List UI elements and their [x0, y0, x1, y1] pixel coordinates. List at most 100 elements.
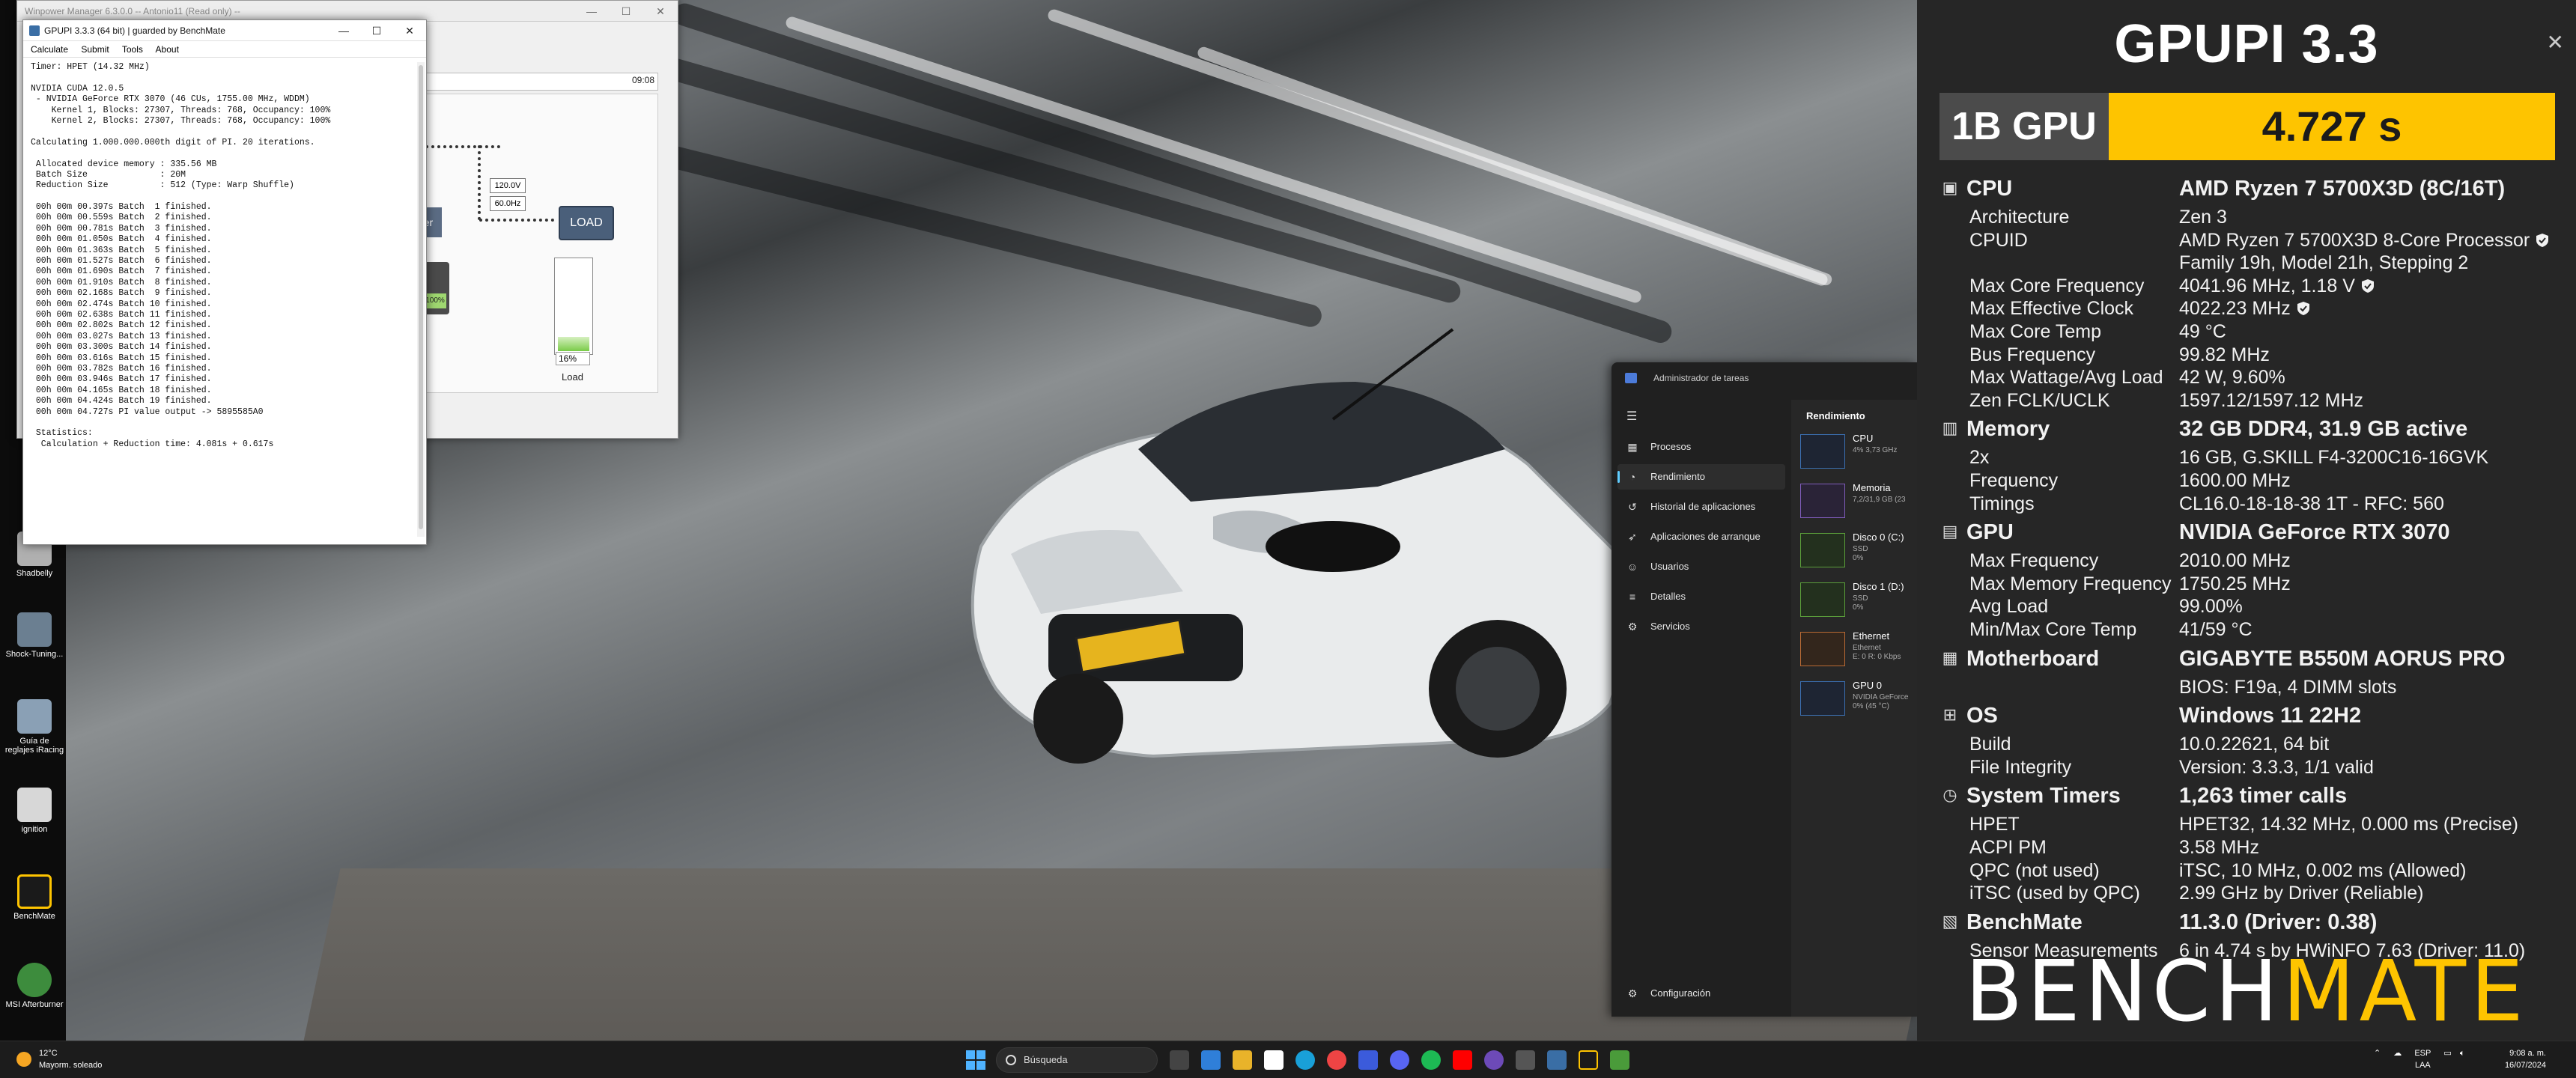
- calendar-app-icon[interactable]: [1264, 1050, 1284, 1070]
- nav-usuarios[interactable]: ☺ Usuarios: [1617, 554, 1785, 579]
- info-section-header: ◷ System Timers 1,263 timer calls: [1917, 784, 2576, 808]
- perf-item-gpu[interactable]: GPU 0 NVIDIA GeForce 0% (45 °C): [1800, 677, 1917, 722]
- car-image: [970, 328, 1638, 764]
- load-button[interactable]: LOAD: [559, 206, 614, 240]
- perf-item-cpu[interactable]: CPU 4% 3,73 GHz: [1800, 430, 1917, 475]
- task-manager-window[interactable]: Administrador de tareas ☰ ▦ Procesos ◔ Ren…: [1611, 362, 1917, 1017]
- scrollbar-thumb[interactable]: [419, 65, 423, 529]
- file-explorer-icon[interactable]: [1233, 1050, 1252, 1070]
- nav-detalles[interactable]: ≡ Detalles: [1617, 584, 1785, 609]
- info-value: 16 GB, G.SKILL F4-3200C16-16GVK: [2179, 447, 2488, 469]
- perf-item-memory[interactable]: Memoria 7,2/31,9 GB (23: [1800, 479, 1917, 524]
- info-key: Bus Frequency: [1969, 344, 2096, 365]
- menu-calculate[interactable]: Calculate: [31, 44, 68, 55]
- app-icon[interactable]: [1358, 1050, 1378, 1070]
- console-line: 00h 00m 01.050s Batch 4 finished.: [31, 234, 212, 245]
- chrome-icon[interactable]: [1327, 1050, 1346, 1070]
- info-key: Motherboard: [1966, 646, 2100, 671]
- system-tray[interactable]: ⌃ ☁ ESP LAA ▭ 🔈︎: [2374, 1047, 2465, 1071]
- taskbar-clock[interactable]: 9:08 a. m. 16/07/2024: [2505, 1047, 2546, 1071]
- volume-icon[interactable]: 🔈︎: [2460, 1049, 2465, 1058]
- menu-about[interactable]: About: [156, 44, 179, 55]
- desktop-icon-benchmate[interactable]: BenchMate: [4, 874, 64, 921]
- info-value-text: BIOS: F19a, 4 DIMM slots: [2179, 676, 2397, 698]
- gpupi-taskbar-icon[interactable]: [1547, 1050, 1567, 1070]
- sparkline: [1800, 632, 1845, 666]
- desktop-icon-label: Shock-Tuning...: [5, 650, 64, 659]
- history-icon: ↺: [1628, 501, 1637, 513]
- nav-historial[interactable]: ↺ Historial de aplicaciones: [1617, 494, 1785, 520]
- perf-item-ethernet[interactable]: Ethernet Ethernet E: 0 R: 0 Kbps: [1800, 627, 1917, 672]
- minimize-button[interactable]: —: [327, 20, 360, 41]
- desktop-icon-label: Guía de reglajes iRacing: [4, 737, 64, 755]
- perf-item-disk1[interactable]: Disco 1 (D:) SSD 0%: [1800, 578, 1917, 623]
- msi-afterburner-icon: [17, 963, 52, 997]
- nav-rendimiento[interactable]: ◔ Rendimiento: [1617, 464, 1785, 490]
- info-value-text: 41/59 °C: [2179, 619, 2253, 640]
- cloud-icon[interactable]: ☁: [2393, 1049, 2402, 1058]
- connection-line: [479, 219, 554, 222]
- close-button[interactable]: ✕: [643, 1, 678, 22]
- desktop-icon-guia-reglajes[interactable]: Guía de reglajes iRacing: [4, 699, 64, 755]
- maximize-button[interactable]: ☐: [360, 20, 393, 41]
- close-icon[interactable]: ✕: [2547, 30, 2564, 55]
- info-value-text: 1597.12/1597.12 MHz: [2179, 389, 2364, 411]
- youtube-icon[interactable]: [1453, 1050, 1472, 1070]
- info-value-text: AMD Ryzen 7 5700X3D 8-Core Processor: [2179, 229, 2530, 251]
- console-line: 00h 00m 04.424s Batch 19 finished.: [31, 396, 212, 406]
- winpower-taskbar-icon[interactable]: [1610, 1050, 1629, 1070]
- perf-sub: Ethernet E: 0 R: 0 Kbps: [1853, 644, 1901, 661]
- discord-icon[interactable]: [1390, 1050, 1409, 1070]
- app-icon[interactable]: [1484, 1050, 1504, 1070]
- taskbar-search[interactable]: Búsqueda: [996, 1047, 1158, 1073]
- console-scrollbar[interactable]: [417, 62, 425, 537]
- info-row: HPET HPET32, 14.32 MHz, 0.000 ms (Precise…: [1917, 814, 2576, 836]
- desktop-icon-shock-tuning[interactable]: Shock-Tuning...: [4, 612, 64, 659]
- console-line: Allocated device memory : 335.56 MB: [31, 159, 217, 169]
- info-row: iTSC (used by QPC) 2.99 GHz by Driver (Re…: [1917, 883, 2576, 905]
- copilot-icon[interactable]: [1201, 1050, 1221, 1070]
- spotify-icon[interactable]: [1421, 1050, 1441, 1070]
- perf-item-disk0[interactable]: Disco 0 (C:) SSD 0%: [1800, 529, 1917, 573]
- nav-servicios[interactable]: ⚙ Servicios: [1617, 614, 1785, 639]
- console-line: - NVIDIA GeForce RTX 3070 (46 CUs, 1755.…: [31, 94, 310, 105]
- maximize-button[interactable]: ☐: [609, 1, 643, 22]
- benchmate-logo: BENCHMATE: [1917, 943, 2576, 1041]
- info-value-text: Zen 3: [2179, 207, 2227, 228]
- minimize-button[interactable]: —: [574, 1, 609, 22]
- benchmate-taskbar-icon[interactable]: [1579, 1050, 1598, 1070]
- network-icon[interactable]: ▭: [2443, 1049, 2451, 1058]
- console-line: Statistics:: [31, 428, 93, 439]
- info-key: BenchMate: [1966, 910, 2083, 934]
- nav-configuracion[interactable]: ⚙ Configuración: [1617, 981, 1785, 1006]
- app-icon[interactable]: [1516, 1050, 1535, 1070]
- chart-icon: ◔: [1629, 471, 1636, 483]
- nav-arranque[interactable]: ➶ Aplicaciones de arranque: [1617, 524, 1785, 549]
- desktop-icon-ignition[interactable]: ignition: [4, 788, 64, 834]
- menu-tools[interactable]: Tools: [122, 44, 143, 55]
- chevron-up-icon[interactable]: ⌃: [2374, 1049, 2381, 1058]
- start-button[interactable]: [966, 1050, 985, 1070]
- close-button[interactable]: ✕: [393, 20, 426, 41]
- info-value: AMD Ryzen 7 5700X3D (8C/16T): [2179, 177, 2505, 201]
- console-line: Calculation + Reduction time: 4.081s + 0…: [31, 439, 274, 449]
- list-icon: ≡: [1629, 591, 1636, 603]
- weather-sun-icon[interactable]: [16, 1052, 31, 1067]
- nav-procesos[interactable]: ▦ Procesos: [1617, 434, 1785, 460]
- info-value-text: 1600.00 MHz: [2179, 470, 2291, 491]
- sparkline: [1800, 681, 1845, 716]
- section-title: Rendimiento: [1806, 410, 1865, 421]
- language-indicator[interactable]: ESP LAA: [2414, 1047, 2431, 1071]
- weather-widget[interactable]: 12°C Mayorm. soleado: [39, 1047, 102, 1071]
- menu-submit[interactable]: Submit: [81, 44, 109, 55]
- windows-icon: ⊞: [1942, 705, 1957, 725]
- info-value-text: GIGABYTE B550M AORUS PRO: [2179, 646, 2506, 671]
- console-line: 00h 00m 04.165s Batch 18 finished.: [31, 385, 212, 395]
- desktop-icon-msi-afterburner[interactable]: MSI Afterburner: [4, 963, 64, 1009]
- edge-icon[interactable]: [1295, 1050, 1315, 1070]
- info-value-text: Version: 3.3.3, 1/1 valid: [2179, 756, 2374, 778]
- task-view-icon[interactable]: [1170, 1050, 1189, 1070]
- gpupi-window[interactable]: GPUPI 3.3.3 (64 bit) | guarded by BenchM…: [22, 19, 427, 545]
